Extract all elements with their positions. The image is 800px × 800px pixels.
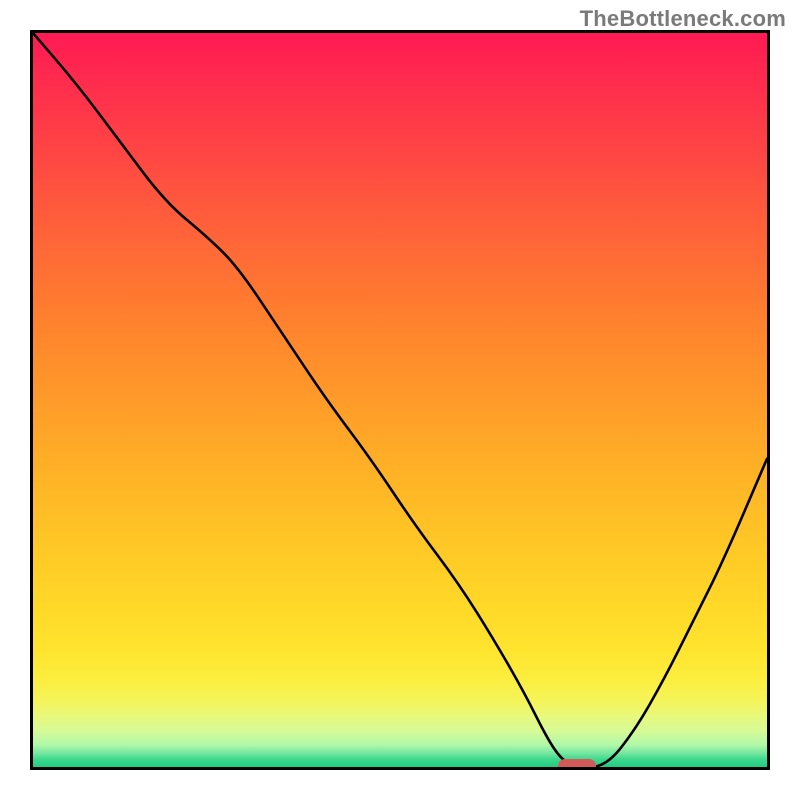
curve-path: [33, 33, 767, 767]
watermark-text: TheBottleneck.com: [580, 6, 786, 32]
plot-area: [30, 30, 770, 770]
bottleneck-curve: [33, 33, 767, 767]
bottleneck-chart: TheBottleneck.com: [0, 0, 800, 800]
optimal-point-marker: [558, 759, 596, 770]
